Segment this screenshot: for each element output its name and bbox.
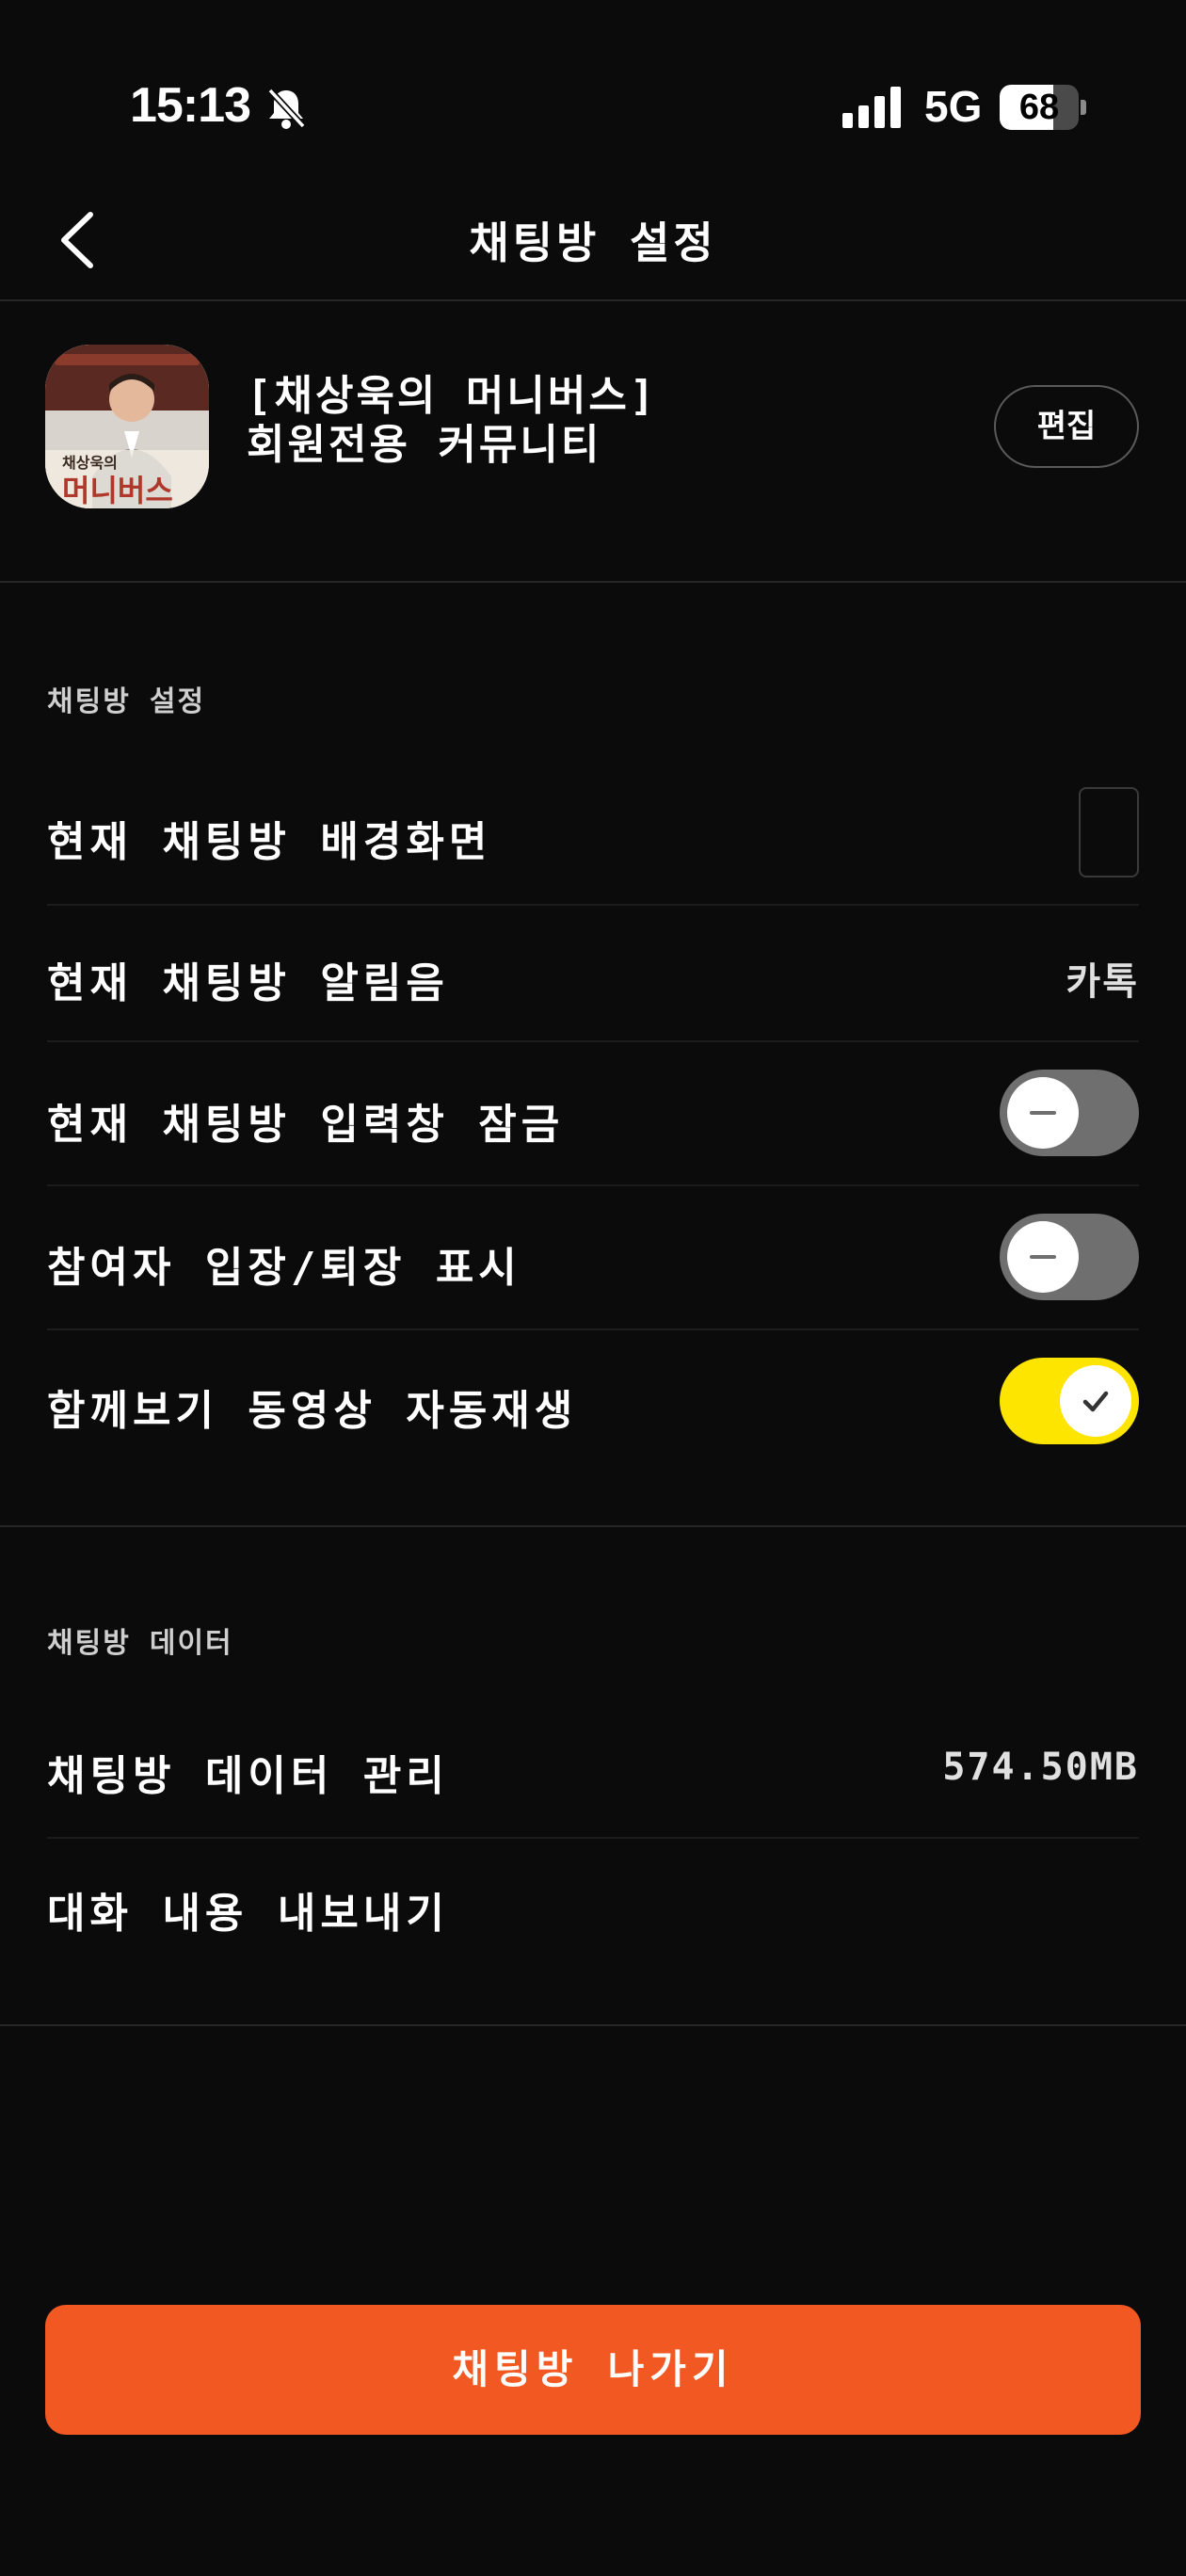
row-divider — [47, 1184, 1139, 1186]
section-label-settings: 채팅방 설정 — [47, 685, 206, 718]
section-label-data: 채팅방 데이터 — [47, 1627, 233, 1660]
notification-sound-value[interactable]: 카톡 — [1066, 951, 1139, 1006]
minus-icon — [1030, 1111, 1056, 1115]
input-lock-toggle[interactable] — [1000, 1070, 1139, 1156]
room-name: [채상욱의 머니버스] 회원전용 커뮤니티 — [247, 372, 657, 470]
row-divider — [47, 904, 1139, 906]
page-title: 채팅방 설정 — [469, 217, 717, 268]
battery-icon: 68 — [1000, 85, 1086, 130]
toggle-knob — [1007, 1077, 1079, 1149]
header-divider — [0, 299, 1186, 301]
edit-button[interactable]: 편집 — [994, 385, 1139, 468]
setting-join-leave: 참여자 입장/퇴장 표시 — [47, 1244, 521, 1292]
row-divider — [47, 1040, 1139, 1042]
setting-input-lock: 현재 채팅방 입력창 잠금 — [47, 1101, 565, 1149]
setting-notification-sound[interactable]: 현재 채팅방 알림음 — [47, 949, 449, 1009]
setting-data-management[interactable]: 채팅방 데이터 관리 — [47, 1742, 449, 1802]
network-type: 5G — [924, 82, 983, 131]
section-divider — [0, 2024, 1186, 2026]
avatar-caption: 머니버스 — [62, 473, 173, 508]
bell-slash-icon — [267, 88, 306, 129]
background-preview[interactable] — [1079, 787, 1139, 877]
cellular-signal-icon — [842, 87, 901, 128]
setting-background[interactable]: 현재 채팅방 배경화면 — [47, 808, 491, 868]
join-leave-toggle[interactable] — [1000, 1214, 1139, 1300]
profile-divider — [0, 581, 1186, 583]
room-name-line1: [채상욱의 머니버스] — [247, 372, 658, 420]
toggle-knob — [1060, 1365, 1131, 1437]
room-name-line2: 회원전용 커뮤니티 — [247, 421, 602, 469]
room-avatar[interactable]: 채상욱의 머니버스 — [45, 345, 209, 508]
status-time: 15:13 — [130, 78, 251, 133]
toggle-knob — [1007, 1221, 1079, 1293]
setting-export-chat[interactable]: 대화 내용 내보내기 — [47, 1879, 449, 1940]
row-divider — [47, 1837, 1139, 1839]
setting-autoplay: 함께보기 동영상 자동재생 — [47, 1387, 578, 1435]
row-divider — [47, 1328, 1139, 1330]
checkmark-icon — [1082, 1391, 1109, 1412]
autoplay-toggle[interactable] — [1000, 1358, 1139, 1444]
section-divider — [0, 1525, 1186, 1527]
data-size-value[interactable]: 574.50MB — [942, 1746, 1139, 1789]
leave-chatroom-button[interactable]: 채팅방 나가기 — [45, 2305, 1141, 2435]
minus-icon — [1030, 1255, 1056, 1259]
battery-percent: 68 — [1018, 88, 1060, 127]
